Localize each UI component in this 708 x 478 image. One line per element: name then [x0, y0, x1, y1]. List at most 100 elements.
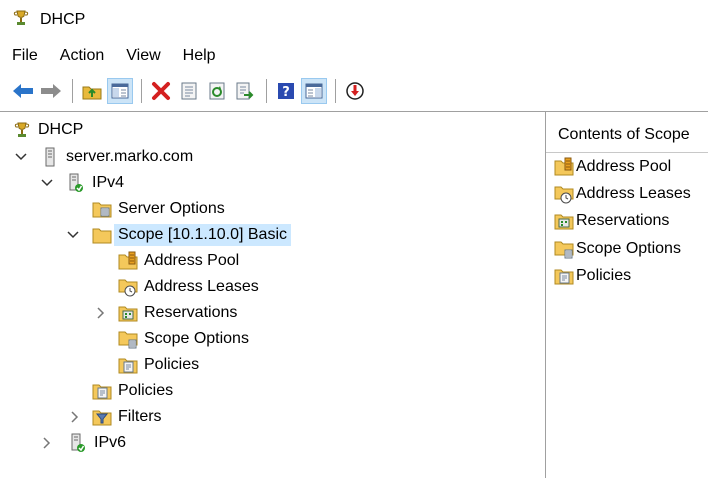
tree-label: Address Pool	[144, 252, 240, 269]
ipv4-server-icon	[66, 173, 86, 193]
deactivate-button[interactable]	[342, 78, 368, 104]
show-hide-tree-icon	[111, 83, 129, 99]
address-leases-icon	[118, 277, 138, 297]
show-action-pane-icon	[305, 83, 323, 99]
menu-action[interactable]: Action	[60, 47, 104, 65]
address-leases-icon	[554, 184, 574, 204]
list-item-label: Policies	[576, 267, 632, 284]
tree-label: DHCP	[38, 121, 84, 138]
tree-node-dhcp-root[interactable]: DHCP	[12, 118, 83, 142]
dhcp-app-icon	[12, 9, 30, 31]
policies-icon	[554, 266, 574, 286]
toolbar-separator	[266, 79, 267, 103]
list-item-label: Address Pool	[576, 158, 672, 175]
back-button[interactable]	[10, 78, 36, 104]
list-item-address-leases[interactable]: Address Leases	[554, 183, 691, 205]
list-item-reservations[interactable]: Reservations	[554, 210, 669, 232]
tree-node-scope[interactable]: Scope [10.1.10.0] Basic	[66, 223, 291, 247]
dhcp-trophy-icon	[12, 120, 32, 140]
contents-header: Contents of Scope	[558, 126, 690, 143]
chevron-down-icon[interactable]	[66, 228, 80, 242]
back-arrow-icon	[13, 84, 33, 98]
list-item-policies[interactable]: Policies	[554, 265, 631, 287]
contents-pane: Contents of Scope Address Pool Address L…	[546, 112, 708, 478]
deactivate-icon	[346, 82, 364, 100]
list-item-label: Reservations	[576, 212, 670, 229]
toolbar: ?	[0, 74, 708, 108]
forward-button[interactable]	[38, 78, 64, 104]
reservations-icon	[554, 211, 574, 231]
tree-node-reservations[interactable]: Reservations	[94, 301, 237, 325]
refresh-button[interactable]	[204, 78, 230, 104]
list-item-address-pool[interactable]: Address Pool	[554, 156, 671, 178]
tree-node-scope-policies[interactable]: Policies	[118, 353, 199, 377]
tree-label: Policies	[118, 382, 174, 399]
tree-label: IPv6	[94, 434, 127, 451]
help-icon: ?	[278, 83, 294, 100]
tree-node-filters[interactable]: Filters	[68, 405, 162, 429]
tree-label: server.marko.com	[66, 148, 194, 165]
delete-button[interactable]	[148, 78, 174, 104]
tree-node-ipv6[interactable]: IPv6	[40, 431, 126, 455]
tree-node-ipv4[interactable]: IPv4	[40, 171, 124, 195]
list-item-scope-options[interactable]: Scope Options	[554, 238, 681, 260]
window-title: DHCP	[40, 11, 86, 28]
ipv6-server-icon	[68, 433, 88, 453]
tree-node-address-pool[interactable]: Address Pool	[118, 249, 239, 273]
reservations-icon	[118, 303, 138, 323]
title-bar: DHCP	[0, 0, 708, 40]
tree-node-server-options[interactable]: Server Options	[92, 197, 225, 221]
server-icon	[40, 147, 60, 167]
tree-node-ipv4-policies[interactable]: Policies	[92, 379, 173, 403]
chevron-right-icon[interactable]	[40, 436, 54, 450]
tree-label: Scope Options	[144, 330, 249, 347]
tree-label: Server Options	[118, 200, 225, 217]
tree-label: Reservations	[144, 304, 238, 321]
list-item-label: Address Leases	[576, 185, 691, 202]
console-tree: DHCP server.marko.com IPv4 Server Option…	[0, 112, 536, 478]
scope-folder-icon	[92, 225, 112, 245]
properties-icon	[181, 82, 197, 100]
header-divider	[546, 152, 708, 153]
toolbar-separator	[335, 79, 336, 103]
toolbar-separator	[72, 79, 73, 103]
tree-label: Address Leases	[144, 278, 259, 295]
scope-options-icon	[118, 329, 138, 349]
svg-text:?: ?	[282, 85, 290, 100]
chevron-right-icon[interactable]	[94, 306, 108, 320]
menu-help[interactable]: Help	[183, 47, 216, 65]
tree-label: IPv4	[92, 174, 125, 191]
address-pool-icon	[554, 157, 574, 177]
tree-node-address-leases[interactable]: Address Leases	[118, 275, 259, 299]
menu-file[interactable]: File	[12, 47, 38, 65]
export-list-button[interactable]	[232, 78, 258, 104]
tree-label: Scope [10.1.10.0] Basic	[114, 224, 291, 246]
policies-icon	[92, 381, 112, 401]
chevron-right-icon[interactable]	[68, 410, 82, 424]
chevron-down-icon[interactable]	[14, 150, 28, 164]
refresh-icon	[209, 82, 225, 100]
help-button[interactable]: ?	[273, 78, 299, 104]
chevron-down-icon[interactable]	[40, 176, 54, 190]
menu-view[interactable]: View	[126, 47, 160, 65]
show-action-pane-button[interactable]	[301, 78, 327, 104]
export-list-icon	[236, 82, 254, 100]
server-options-folder-icon	[92, 199, 112, 219]
list-item-label: Scope Options	[576, 240, 681, 257]
tree-node-scope-options[interactable]: Scope Options	[118, 327, 249, 351]
tree-label: Filters	[118, 408, 162, 425]
scope-options-icon	[554, 239, 574, 259]
filters-funnel-icon	[92, 407, 112, 427]
delete-icon	[152, 82, 170, 100]
up-one-level-button[interactable]	[79, 78, 105, 104]
forward-arrow-icon	[41, 84, 61, 98]
menu-bar: File Action View Help	[0, 42, 708, 70]
policies-icon	[118, 355, 138, 375]
tree-node-server[interactable]: server.marko.com	[14, 145, 193, 169]
show-hide-tree-button[interactable]	[107, 78, 133, 104]
tree-label: Policies	[144, 356, 200, 373]
up-folder-icon	[82, 86, 102, 100]
address-pool-icon	[118, 251, 138, 271]
toolbar-separator	[141, 79, 142, 103]
properties-button[interactable]	[176, 78, 202, 104]
